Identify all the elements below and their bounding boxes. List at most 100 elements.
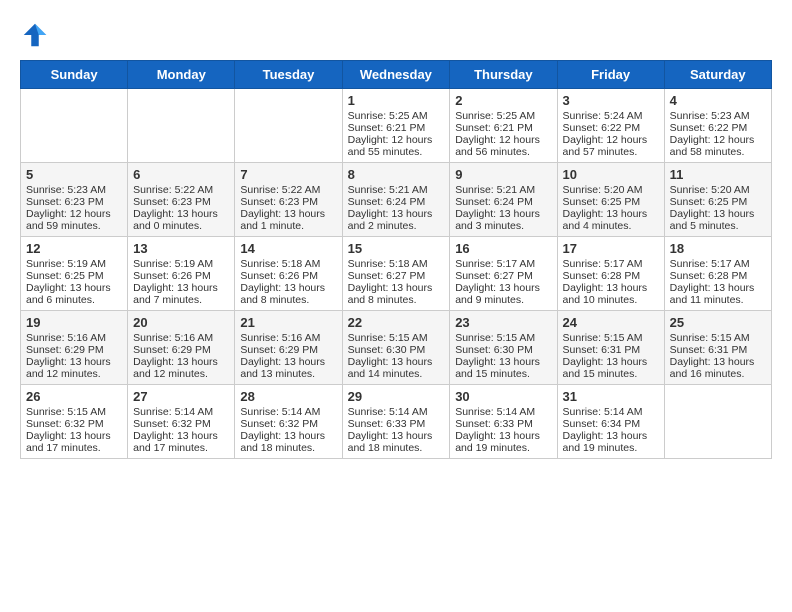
sunset-text: Sunset: 6:23 PM bbox=[26, 196, 122, 208]
day-number: 6 bbox=[133, 167, 229, 182]
day-number: 13 bbox=[133, 241, 229, 256]
sunset-text: Sunset: 6:26 PM bbox=[133, 270, 229, 282]
calendar-cell: 4Sunrise: 5:23 AMSunset: 6:22 PMDaylight… bbox=[664, 89, 771, 163]
sunset-text: Sunset: 6:31 PM bbox=[670, 344, 766, 356]
sunrise-text: Sunrise: 5:14 AM bbox=[133, 406, 229, 418]
daylight-text: Daylight: 13 hours and 4 minutes. bbox=[563, 208, 659, 232]
day-number: 10 bbox=[563, 167, 659, 182]
day-number: 9 bbox=[455, 167, 551, 182]
daylight-text: Daylight: 12 hours and 55 minutes. bbox=[348, 134, 445, 158]
sunset-text: Sunset: 6:24 PM bbox=[455, 196, 551, 208]
day-number: 16 bbox=[455, 241, 551, 256]
sunset-text: Sunset: 6:27 PM bbox=[348, 270, 445, 282]
sunset-text: Sunset: 6:30 PM bbox=[455, 344, 551, 356]
calendar-cell: 17Sunrise: 5:17 AMSunset: 6:28 PMDayligh… bbox=[557, 237, 664, 311]
calendar-cell: 23Sunrise: 5:15 AMSunset: 6:30 PMDayligh… bbox=[450, 311, 557, 385]
day-number: 29 bbox=[348, 389, 445, 404]
day-of-week-header: Monday bbox=[128, 61, 235, 89]
daylight-text: Daylight: 13 hours and 12 minutes. bbox=[133, 356, 229, 380]
sunset-text: Sunset: 6:33 PM bbox=[455, 418, 551, 430]
sunset-text: Sunset: 6:29 PM bbox=[26, 344, 122, 356]
daylight-text: Daylight: 13 hours and 9 minutes. bbox=[455, 282, 551, 306]
daylight-text: Daylight: 13 hours and 19 minutes. bbox=[455, 430, 551, 454]
sunset-text: Sunset: 6:22 PM bbox=[563, 122, 659, 134]
daylight-text: Daylight: 13 hours and 18 minutes. bbox=[240, 430, 336, 454]
sunrise-text: Sunrise: 5:16 AM bbox=[240, 332, 336, 344]
calendar-cell: 3Sunrise: 5:24 AMSunset: 6:22 PMDaylight… bbox=[557, 89, 664, 163]
day-number: 21 bbox=[240, 315, 336, 330]
calendar-week-row: 5Sunrise: 5:23 AMSunset: 6:23 PMDaylight… bbox=[21, 163, 772, 237]
day-number: 7 bbox=[240, 167, 336, 182]
sunrise-text: Sunrise: 5:16 AM bbox=[133, 332, 229, 344]
sunrise-text: Sunrise: 5:17 AM bbox=[455, 258, 551, 270]
sunrise-text: Sunrise: 5:15 AM bbox=[348, 332, 445, 344]
daylight-text: Daylight: 13 hours and 15 minutes. bbox=[563, 356, 659, 380]
day-number: 23 bbox=[455, 315, 551, 330]
calendar-cell: 13Sunrise: 5:19 AMSunset: 6:26 PMDayligh… bbox=[128, 237, 235, 311]
calendar-cell: 29Sunrise: 5:14 AMSunset: 6:33 PMDayligh… bbox=[342, 385, 450, 459]
page-header bbox=[20, 20, 772, 50]
sunrise-text: Sunrise: 5:21 AM bbox=[455, 184, 551, 196]
sunrise-text: Sunrise: 5:16 AM bbox=[26, 332, 122, 344]
day-number: 27 bbox=[133, 389, 229, 404]
daylight-text: Daylight: 13 hours and 12 minutes. bbox=[26, 356, 122, 380]
calendar-cell: 9 Sunrise: 5:21 AMSunset: 6:24 PMDaylight… bbox=[450, 163, 557, 237]
day-number: 24 bbox=[563, 315, 659, 330]
daylight-text: Daylight: 13 hours and 5 minutes. bbox=[670, 208, 766, 232]
daylight-text: Daylight: 13 hours and 8 minutes. bbox=[348, 282, 445, 306]
calendar-cell: 18Sunrise: 5:17 AMSunset: 6:28 PMDayligh… bbox=[664, 237, 771, 311]
sunset-text: Sunset: 6:32 PM bbox=[26, 418, 122, 430]
sunset-text: Sunset: 6:32 PM bbox=[240, 418, 336, 430]
sunrise-text: Sunrise: 5:24 AM bbox=[563, 110, 659, 122]
sunset-text: Sunset: 6:29 PM bbox=[240, 344, 336, 356]
daylight-text: Daylight: 13 hours and 0 minutes. bbox=[133, 208, 229, 232]
sunrise-text: Sunrise: 5:25 AM bbox=[348, 110, 445, 122]
sunset-text: Sunset: 6:32 PM bbox=[133, 418, 229, 430]
daylight-text: Daylight: 13 hours and 19 minutes. bbox=[563, 430, 659, 454]
day-number: 17 bbox=[563, 241, 659, 256]
calendar-week-row: 26Sunrise: 5:15 AMSunset: 6:32 PMDayligh… bbox=[21, 385, 772, 459]
daylight-text: Daylight: 13 hours and 3 minutes. bbox=[455, 208, 551, 232]
daylight-text: Daylight: 13 hours and 17 minutes. bbox=[133, 430, 229, 454]
sunrise-text: Sunrise: 5:22 AM bbox=[133, 184, 229, 196]
sunset-text: Sunset: 6:34 PM bbox=[563, 418, 659, 430]
sunrise-text: Sunrise: 5:15 AM bbox=[563, 332, 659, 344]
calendar-week-row: 1Sunrise: 5:25 AMSunset: 6:21 PMDaylight… bbox=[21, 89, 772, 163]
daylight-text: Daylight: 13 hours and 17 minutes. bbox=[26, 430, 122, 454]
day-number: 14 bbox=[240, 241, 336, 256]
sunrise-text: Sunrise: 5:17 AM bbox=[563, 258, 659, 270]
calendar-cell: 30Sunrise: 5:14 AMSunset: 6:33 PMDayligh… bbox=[450, 385, 557, 459]
calendar-cell: 25Sunrise: 5:15 AMSunset: 6:31 PMDayligh… bbox=[664, 311, 771, 385]
daylight-text: Daylight: 13 hours and 16 minutes. bbox=[670, 356, 766, 380]
calendar-cell: 14Sunrise: 5:18 AMSunset: 6:26 PMDayligh… bbox=[235, 237, 342, 311]
calendar-cell: 7Sunrise: 5:22 AMSunset: 6:23 PMDaylight… bbox=[235, 163, 342, 237]
sunrise-text: Sunrise: 5:25 AM bbox=[455, 110, 551, 122]
sunset-text: Sunset: 6:28 PM bbox=[670, 270, 766, 282]
calendar-cell: 19Sunrise: 5:16 AMSunset: 6:29 PMDayligh… bbox=[21, 311, 128, 385]
sunset-text: Sunset: 6:27 PM bbox=[455, 270, 551, 282]
day-of-week-header: Thursday bbox=[450, 61, 557, 89]
sunrise-text: Sunrise: 5:19 AM bbox=[26, 258, 122, 270]
daylight-text: Daylight: 13 hours and 2 minutes. bbox=[348, 208, 445, 232]
day-number: 22 bbox=[348, 315, 445, 330]
calendar-cell: 24Sunrise: 5:15 AMSunset: 6:31 PMDayligh… bbox=[557, 311, 664, 385]
daylight-text: Daylight: 13 hours and 13 minutes. bbox=[240, 356, 336, 380]
calendar-cell: 16 Sunrise: 5:17 AMSunset: 6:27 PMDayligh… bbox=[450, 237, 557, 311]
calendar-cell bbox=[664, 385, 771, 459]
daylight-text: Daylight: 13 hours and 6 minutes. bbox=[26, 282, 122, 306]
daylight-text: Daylight: 13 hours and 14 minutes. bbox=[348, 356, 445, 380]
sunset-text: Sunset: 6:23 PM bbox=[240, 196, 336, 208]
sunset-text: Sunset: 6:25 PM bbox=[670, 196, 766, 208]
day-number: 3 bbox=[563, 93, 659, 108]
day-of-week-header: Tuesday bbox=[235, 61, 342, 89]
day-of-week-header: Wednesday bbox=[342, 61, 450, 89]
sunrise-text: Sunrise: 5:18 AM bbox=[240, 258, 336, 270]
daylight-text: Daylight: 13 hours and 18 minutes. bbox=[348, 430, 445, 454]
calendar-cell: 1Sunrise: 5:25 AMSunset: 6:21 PMDaylight… bbox=[342, 89, 450, 163]
day-number: 18 bbox=[670, 241, 766, 256]
sunrise-text: Sunrise: 5:20 AM bbox=[563, 184, 659, 196]
calendar-week-row: 19Sunrise: 5:16 AMSunset: 6:29 PMDayligh… bbox=[21, 311, 772, 385]
sunset-text: Sunset: 6:25 PM bbox=[563, 196, 659, 208]
day-number: 12 bbox=[26, 241, 122, 256]
calendar-cell: 6Sunrise: 5:22 AMSunset: 6:23 PMDaylight… bbox=[128, 163, 235, 237]
